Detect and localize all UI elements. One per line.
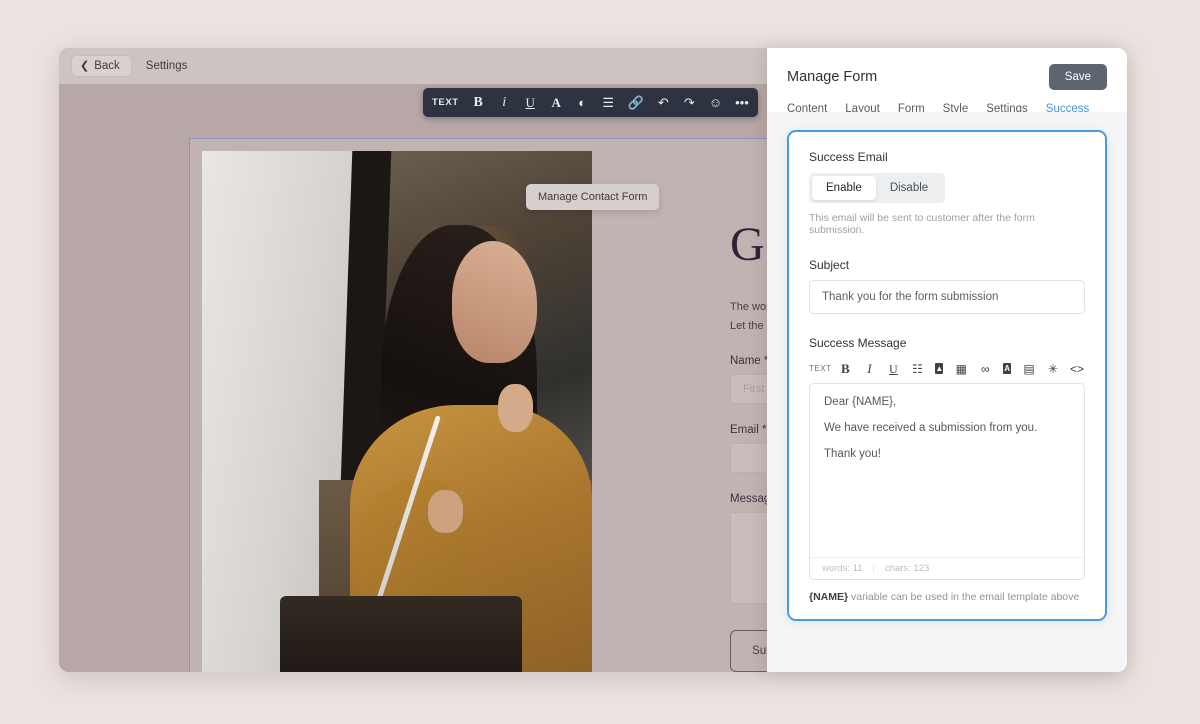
page-title: Settings <box>145 60 188 72</box>
save-button[interactable]: Save <box>1048 64 1107 90</box>
success-email-card: Success Email Enable Disable This email … <box>787 130 1107 621</box>
message-line-3: Thank you! <box>824 448 881 460</box>
background-icon[interactable]: ▤ <box>1023 363 1035 375</box>
back-button[interactable]: ❮ Back <box>71 55 132 77</box>
text-style-icon[interactable]: TEXT <box>809 364 831 373</box>
message-line-1: Dear {NAME}, <box>824 396 897 408</box>
link-icon[interactable]: ∞ <box>979 363 991 375</box>
subject-label: Subject <box>809 258 850 272</box>
back-button-label: Back <box>94 60 120 72</box>
italic-icon[interactable]: i <box>498 95 511 110</box>
align-icon[interactable]: ☰ <box>602 96 615 109</box>
bold-icon[interactable]: B <box>472 95 485 110</box>
photo-music-stand <box>280 596 522 672</box>
screen-root: ❮ Back Settings Get The world Let the Na… <box>0 0 1200 724</box>
chevron-left-icon: ❮ <box>80 59 90 72</box>
subject-input[interactable] <box>809 280 1085 314</box>
editor-content[interactable]: Dear {NAME}, We have received a submissi… <box>810 384 1084 557</box>
section-photo[interactable] <box>202 151 592 672</box>
floating-format-toolbar[interactable]: TEXT Bi U A ◐ ☰ 🔗 ↶ ↷ ☺ ••• <box>423 88 758 117</box>
redo-icon[interactable]: ↷ <box>683 96 696 109</box>
manage-contact-form-tooltip: Manage Contact Form <box>526 184 660 210</box>
photo-hand-lower <box>428 490 464 533</box>
text-style-icon[interactable]: TEXT <box>432 98 459 108</box>
panel-title: Manage Form <box>787 69 878 85</box>
success-email-hint: This email will be sent to customer afte… <box>809 212 1035 236</box>
panel-body: Success Email Enable Disable This email … <box>767 112 1127 672</box>
success-email-label: Success Email <box>809 150 888 164</box>
link-icon[interactable]: 🔗 <box>628 96 644 109</box>
photo-hand-upper <box>498 384 534 432</box>
status-separator: | <box>872 563 875 574</box>
enable-disable-toggle[interactable]: Enable Disable <box>809 173 946 203</box>
variable-token: {NAME} <box>809 591 849 603</box>
rich-text-toolbar[interactable]: TEXT B I U ☷ ▲ ▦ ∞ A ▤ ✳ <> <box>809 358 1085 383</box>
more-options-icon[interactable]: ••• <box>735 96 749 109</box>
undo-icon[interactable]: ↶ <box>657 96 670 109</box>
message-line-2: We have received a submission from you. <box>824 422 1038 434</box>
editor-status-bar: words: 11 | chars: 123 <box>810 557 1084 579</box>
photo-subject-head <box>451 241 538 363</box>
italic-icon[interactable]: I <box>863 362 875 375</box>
variable-note: {NAME} variable can be used in the email… <box>809 591 1085 603</box>
gallery-icon[interactable]: ▦ <box>955 363 967 375</box>
success-message-editor[interactable]: Dear {NAME}, We have received a submissi… <box>809 383 1085 580</box>
effects-icon[interactable]: ✳ <box>1047 363 1059 375</box>
text-color-icon[interactable]: A <box>1003 363 1011 374</box>
font-color-icon[interactable]: A <box>550 96 563 109</box>
char-count: chars: 123 <box>884 563 930 574</box>
text-color-icon-glyph: A <box>1004 363 1011 373</box>
html-code-icon[interactable]: <> <box>1070 363 1084 375</box>
emoji-icon[interactable]: ☺ <box>709 96 722 109</box>
underline-icon[interactable]: U <box>887 363 899 375</box>
bullet-list-icon[interactable]: ☷ <box>911 363 923 375</box>
disable-button[interactable]: Disable <box>876 176 942 200</box>
bold-icon[interactable]: B <box>839 362 851 375</box>
image-icon[interactable]: ▲ <box>935 363 944 374</box>
contrast-icon[interactable]: ◐ <box>576 96 589 109</box>
underline-icon[interactable]: U <box>524 96 537 109</box>
image-icon-glyph: ▲ <box>935 363 944 373</box>
success-message-label: Success Message <box>809 336 907 350</box>
enable-button[interactable]: Enable <box>812 176 876 200</box>
manage-form-panel: Manage Form Save Content Layout Form Style S… <box>767 48 1127 672</box>
word-count: words: 11 <box>822 563 863 574</box>
variable-note-text: variable can be used in the email templa… <box>848 591 1080 603</box>
